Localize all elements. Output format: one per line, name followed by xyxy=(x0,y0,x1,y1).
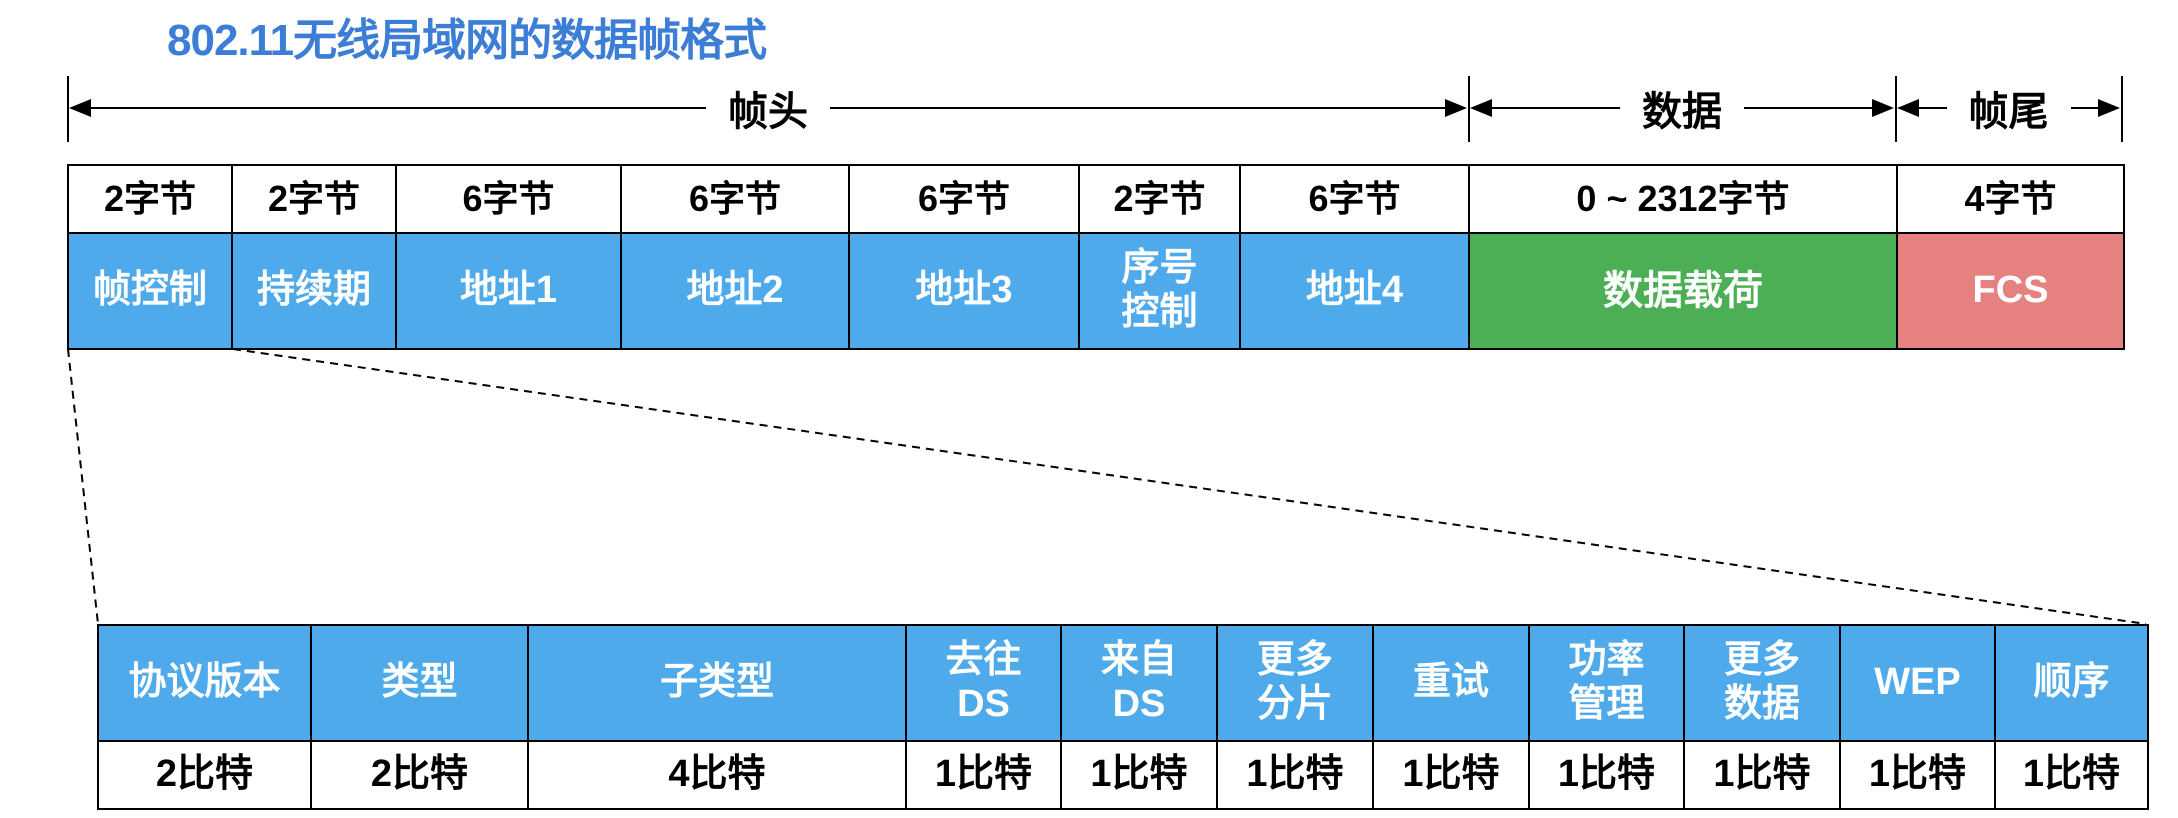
zoom-line-left xyxy=(67,348,99,625)
cf-bits-order: 1比特 xyxy=(1994,740,2149,810)
cf-retry: 重试 xyxy=(1372,624,1530,742)
cf-type: 类型 xyxy=(310,624,529,742)
cf-wep: WEP xyxy=(1839,624,1996,742)
cf-bits-from-ds: 1比特 xyxy=(1060,740,1218,810)
cf-subtype: 子类型 xyxy=(527,624,907,742)
cf-more-fragments-line1: 更多 xyxy=(1256,639,1333,682)
cf-bits-protocol-version: 2比特 xyxy=(97,740,312,810)
cf-bits-more-data: 1比特 xyxy=(1683,740,1841,810)
cf-bits-wep: 1比特 xyxy=(1839,740,1996,810)
cf-bits-subtype: 4比特 xyxy=(527,740,907,810)
cf-from-ds: 来自 DS xyxy=(1060,624,1218,742)
cf-bits-retry: 1比特 xyxy=(1372,740,1530,810)
cf-order: 顺序 xyxy=(1994,624,2149,742)
cf-more-fragments: 更多 分片 xyxy=(1216,624,1374,742)
cf-from-ds-line1: 来自 xyxy=(1100,639,1177,682)
cf-power-management-line1: 功率 xyxy=(1568,639,1645,682)
cf-bits-to-ds: 1比特 xyxy=(905,740,1062,810)
cf-protocol-version: 协议版本 xyxy=(97,624,312,742)
cf-bits-type: 2比特 xyxy=(310,740,529,810)
cf-more-data-line2: 数据 xyxy=(1723,683,1800,725)
cf-more-data: 更多 数据 xyxy=(1683,624,1841,742)
cf-to-ds: 去往 DS xyxy=(905,624,1062,742)
cf-more-data-line1: 更多 xyxy=(1723,639,1800,682)
cf-from-ds-line2: DS xyxy=(1112,683,1166,725)
cf-to-ds-line2: DS xyxy=(957,683,1010,725)
cf-to-ds-line1: 去往 xyxy=(945,639,1022,682)
cf-bits-power-management: 1比特 xyxy=(1528,740,1685,810)
frame-control-table: 协议版本 类型 子类型 去往 DS 来自 DS 更多 分片 重试 功率 管理 更… xyxy=(97,624,2149,810)
cf-power-management-line2: 管理 xyxy=(1568,683,1645,725)
cf-more-fragments-line2: 分片 xyxy=(1256,683,1333,725)
cf-power-management: 功率 管理 xyxy=(1528,624,1685,742)
cf-bits-more-fragments: 1比特 xyxy=(1216,740,1374,810)
zoom-line-right xyxy=(232,348,2147,625)
